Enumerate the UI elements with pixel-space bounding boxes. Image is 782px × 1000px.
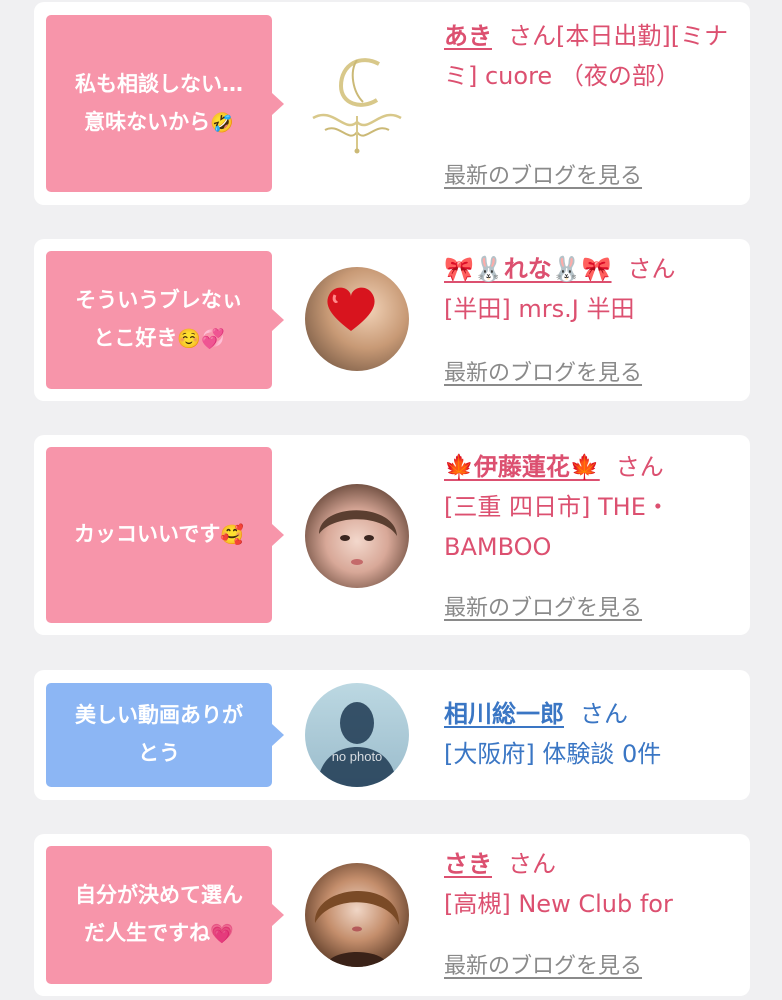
comment-text: 私も相談しない… <box>75 71 243 96</box>
honorific: さん <box>627 255 676 283</box>
no-photo-label: no photo <box>332 749 383 764</box>
comment-card: カッコいいです🥰 🍁伊藤蓮花🍁 さん [三重 四日市] THE・BAMBOO 最新… <box>34 435 750 635</box>
comment-bubble: 私も相談しない… 意味ないから🤣 <box>46 15 284 192</box>
user-info: 🍁伊藤蓮花🍁 さん [三重 四日市] THE・BAMBOO <box>444 447 736 567</box>
comment-card: そういうブレなぃ とこ好き☺️💞 🎀🐰れな🐰🎀 さん [半田] mrs.J 半田 … <box>34 239 750 401</box>
latest-blog-link[interactable]: 最新のブログを見る <box>444 590 642 622</box>
avatar[interactable]: no photo <box>305 683 409 787</box>
user-info: さき さん [高槻] New Club for <box>444 844 736 924</box>
avatar[interactable] <box>305 267 409 371</box>
comment-bubble: カッコいいです🥰 <box>46 447 284 623</box>
user-name-link[interactable]: 🍁伊藤蓮花🍁 <box>444 453 600 481</box>
comment-card: 自分が決めて選ん だ人生ですね💗 さき さん [高槻] New Club for … <box>34 834 750 996</box>
user-info: 🎀🐰れな🐰🎀 さん [半田] mrs.J 半田 <box>444 249 736 329</box>
comment-text: だ人生ですね <box>84 921 211 945</box>
comment-text: とこ好き <box>93 326 178 350</box>
comment-card: 私も相談しない… 意味ないから🤣 あき さん[本日出勤][ミナミ] cuore （… <box>34 2 750 205</box>
user-detail: [大阪府] 体験談 0件 <box>444 740 662 768</box>
user-name-link[interactable]: 🎀🐰れな🐰🎀 <box>444 255 612 283</box>
user-name-link[interactable]: 相川総一郎 <box>444 700 564 728</box>
latest-blog-link[interactable]: 最新のブログを見る <box>444 948 642 980</box>
no-photo-silhouette-icon: no photo <box>317 702 397 787</box>
user-info: あき さん[本日出勤][ミナミ] cuore （夜の部） <box>444 16 736 96</box>
comment-text: そういうブレなぃ <box>75 288 243 313</box>
user-info: 相川総一郎 さん [大阪府] 体験談 0件 <box>444 694 736 774</box>
user-name-link[interactable]: さき <box>444 850 492 878</box>
latest-blog-link[interactable]: 最新のブログを見る <box>444 158 642 190</box>
shop-detail: [三重 四日市] THE・BAMBOO <box>444 493 670 561</box>
comment-text: とう <box>138 741 180 765</box>
comment-text: 自分が決めて選ん <box>75 883 243 908</box>
shop-detail: [半田] mrs.J 半田 <box>444 295 635 323</box>
comment-text: カッコいいです <box>73 522 221 547</box>
comment-bubble: 自分が決めて選ん だ人生ですね💗 <box>46 846 284 984</box>
avatar[interactable] <box>305 52 409 156</box>
honorific: さん <box>508 850 556 878</box>
heart-icon <box>327 287 375 331</box>
shop-detail: [高槻] New Club for <box>444 890 673 918</box>
honorific: さん <box>615 453 664 481</box>
comment-card: 美しい動画ありが とう no photo 相川総一郎 さん [大阪府] 体験談 0… <box>34 670 750 800</box>
honorific: さん <box>508 22 556 50</box>
laughing-emoji-icon: 🤣 <box>210 111 234 134</box>
comment-text: 美しい動画ありが <box>75 703 243 728</box>
user-name-link[interactable]: あき <box>444 22 492 50</box>
honorific: さん <box>580 700 628 728</box>
smile-hearts-emoji-icon: ☺️💞 <box>177 328 225 350</box>
hearts-face-emoji-icon: 🥰 <box>220 524 245 547</box>
latest-blog-link[interactable]: 最新のブログを見る <box>444 355 642 387</box>
comment-bubble: そういうブレなぃ とこ好き☺️💞 <box>46 251 284 389</box>
comment-text: 意味ないから <box>84 109 211 134</box>
avatar[interactable] <box>305 484 409 588</box>
comment-bubble: 美しい動画ありが とう <box>46 683 284 787</box>
growing-heart-emoji-icon: 💗 <box>210 923 234 945</box>
avatar[interactable] <box>305 863 409 967</box>
